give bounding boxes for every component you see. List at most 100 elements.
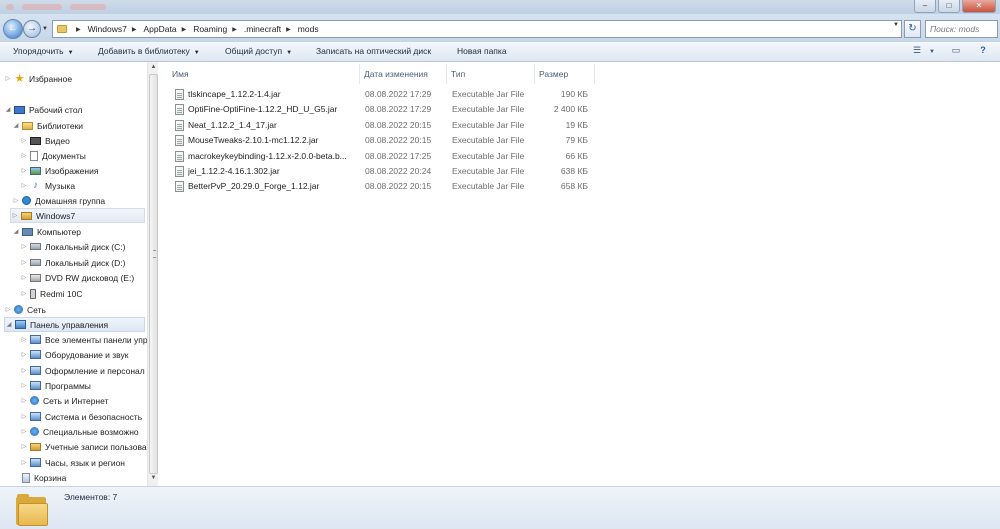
file-size: 638 КБ [560, 166, 588, 176]
file-row[interactable]: OptiFine-OptiFine-1.12.2_HD_U_G5.jar 08.… [170, 102, 760, 117]
scroll-down-arrow[interactable]: ▼ [149, 475, 158, 484]
nav-control-panel[interactable]: ◢ Панель управления [4, 317, 145, 332]
scrollbar-thumb[interactable] [149, 74, 158, 474]
file-type: Executable Jar File [452, 104, 525, 114]
nav-cp-all-items[interactable]: ▷ Все элементы панели упр [20, 332, 147, 347]
collapse-icon[interactable]: ◢ [5, 321, 13, 328]
breadcrumb-minecraft[interactable]: .minecraft ▶ [243, 24, 297, 34]
nav-desktop[interactable]: ◢ Рабочий стол [4, 102, 83, 117]
expand-icon[interactable]: ▷ [20, 413, 28, 420]
expand-icon[interactable]: ▷ [20, 428, 28, 435]
add-to-library-menu[interactable]: Добавить в библиотеку ▼ [98, 46, 200, 56]
file-type: Executable Jar File [452, 151, 525, 161]
navigation-scrollbar[interactable]: ▲ ▼ [147, 62, 158, 486]
file-size: 2 400 КБ [553, 104, 588, 114]
breadcrumb-root-chevron[interactable]: ▶ [70, 26, 87, 33]
column-header-name[interactable]: Имя [168, 64, 360, 84]
breadcrumb-windows7[interactable]: Windows7 ▶ [87, 24, 143, 34]
nav-favorites[interactable]: ▷ ★ Избранное [4, 71, 72, 86]
nav-cp-network[interactable]: ▷ Сеть и Интернет [20, 393, 109, 408]
file-row[interactable]: tlskincape_1.12.2-1.4.jar 08.08.2022 17:… [170, 87, 760, 102]
nav-network[interactable]: ▷ Сеть [4, 302, 46, 317]
refresh-button[interactable]: ↻ [904, 20, 921, 38]
nav-cp-accessibility[interactable]: ▷ Специальные возможно [20, 424, 139, 439]
address-history-dropdown[interactable]: ▼ [893, 22, 899, 28]
nav-drive-c[interactable]: ▷ Локальный диск (C:) [20, 239, 126, 254]
nav-music[interactable]: ▷ ♪ Музыка [20, 178, 75, 193]
expand-icon[interactable]: ▷ [20, 443, 28, 450]
expand-icon[interactable]: ▷ [20, 274, 28, 281]
expand-icon[interactable]: ▷ [20, 397, 28, 404]
nav-cp-clock[interactable]: ▷ Часы, язык и регион [20, 455, 125, 470]
expand-icon[interactable]: ▷ [20, 182, 28, 189]
expand-icon[interactable]: ▷ [4, 75, 12, 82]
view-options-icon[interactable]: ☰ [910, 45, 924, 59]
address-bar[interactable]: ▶ Windows7 ▶ AppData ▶ Roaming ▶ .minecraft… [52, 20, 902, 38]
minimize-button[interactable]: – [914, 0, 936, 13]
breadcrumb-mods[interactable]: mods [297, 24, 320, 34]
column-header-type[interactable]: Тип [447, 64, 535, 84]
nav-documents[interactable]: ▷ Документы [20, 148, 86, 163]
nav-cp-hardware[interactable]: ▷ Оборудование и звук [20, 347, 129, 362]
expand-icon[interactable]: ▷ [4, 306, 12, 313]
nav-images[interactable]: ▷ Изображения [20, 163, 99, 178]
preview-pane-icon[interactable]: ▭ [950, 45, 962, 59]
file-size: 658 КБ [560, 181, 588, 191]
file-row[interactable]: Neat_1.12.2_1.4_17.jar 08.08.2022 20:15 … [170, 118, 760, 133]
collapse-icon[interactable]: ◢ [4, 106, 12, 113]
view-dropdown-icon[interactable]: ▼ [928, 45, 936, 59]
expand-icon[interactable]: ▷ [20, 259, 28, 266]
file-date: 08.08.2022 20:15 [365, 120, 432, 130]
file-type: Executable Jar File [452, 120, 525, 130]
expand-icon[interactable]: ▷ [11, 212, 19, 219]
close-button[interactable]: ✕ [962, 0, 996, 13]
expand-icon[interactable]: ▷ [20, 336, 28, 343]
file-row[interactable]: MouseTweaks-2.10.1-mc1.12.2.jar 08.08.20… [170, 133, 760, 148]
breadcrumb-roaming[interactable]: Roaming ▶ [192, 24, 243, 34]
nav-cp-appearance[interactable]: ▷ Оформление и персонал [20, 363, 145, 378]
nav-cp-system[interactable]: ▷ Система и безопасность [20, 409, 142, 424]
expand-icon[interactable]: ▷ [20, 382, 28, 389]
organize-menu[interactable]: Упорядочить ▼ [13, 46, 74, 56]
forward-button[interactable]: → [23, 20, 41, 38]
expand-icon[interactable]: ▷ [20, 167, 28, 174]
collapse-icon[interactable]: ◢ [12, 228, 20, 235]
nav-libraries[interactable]: ◢ Библиотеки [12, 118, 83, 133]
expand-icon[interactable]: ▷ [12, 197, 20, 204]
help-icon[interactable]: ? [977, 45, 989, 59]
expand-icon[interactable]: ▷ [20, 290, 28, 297]
nav-dvd[interactable]: ▷ DVD RW дисковод (E:) [20, 270, 134, 285]
expand-icon[interactable]: ▷ [20, 243, 28, 250]
nav-cp-programs[interactable]: ▷ Программы [20, 378, 91, 393]
burn-button[interactable]: Записать на оптический диск [316, 46, 431, 56]
nav-computer[interactable]: ◢ Компьютер [12, 224, 81, 239]
file-row[interactable]: jei_1.12.2-4.16.1.302.jar 08.08.2022 20:… [170, 164, 760, 179]
address-row: ← → ▼ ▶ Windows7 ▶ AppData ▶ Roaming ▶ .min… [0, 14, 1000, 42]
search-input[interactable]: Поиск: mods [925, 20, 998, 38]
nav-drive-d[interactable]: ▷ Локальный диск (D:) [20, 255, 126, 270]
file-row[interactable]: BetterPvP_20.29.0_Forge_1.12.jar 08.08.2… [170, 179, 760, 194]
share-menu[interactable]: Общий доступ ▼ [225, 46, 292, 56]
recent-pages-dropdown[interactable]: ▼ [42, 26, 48, 32]
back-button[interactable]: ← [3, 19, 23, 39]
maximize-button[interactable]: □ [938, 0, 960, 13]
nav-video[interactable]: ▷ Видео [20, 133, 70, 148]
expand-icon[interactable]: ▷ [20, 152, 28, 159]
column-header-size[interactable]: Размер [535, 64, 595, 84]
nav-user-folder[interactable]: ▷ Windows7 [10, 208, 145, 223]
scroll-up-arrow[interactable]: ▲ [149, 64, 158, 73]
nav-phone[interactable]: ▷ Redmi 10C [20, 286, 83, 301]
expand-icon[interactable]: ▷ [20, 459, 28, 466]
breadcrumb-appdata[interactable]: AppData ▶ [142, 24, 192, 34]
expand-icon[interactable]: ▷ [20, 351, 28, 358]
collapse-icon[interactable]: ◢ [12, 122, 20, 129]
column-header-date[interactable]: Дата изменения [360, 64, 447, 84]
nav-recycle-bin[interactable]: Корзина [12, 470, 66, 485]
new-folder-button[interactable]: Новая папка [457, 46, 507, 56]
expand-icon[interactable]: ▷ [20, 367, 28, 374]
expand-icon[interactable]: ▷ [20, 137, 28, 144]
recycle-bin-icon [22, 472, 30, 483]
nav-homegroup[interactable]: ▷ Домашняя группа [12, 193, 105, 208]
file-row[interactable]: macrokeykeybinding-1.12.x-2.0.0-beta.b..… [170, 149, 760, 164]
nav-cp-accounts[interactable]: ▷ Учетные записи пользова [20, 439, 147, 454]
